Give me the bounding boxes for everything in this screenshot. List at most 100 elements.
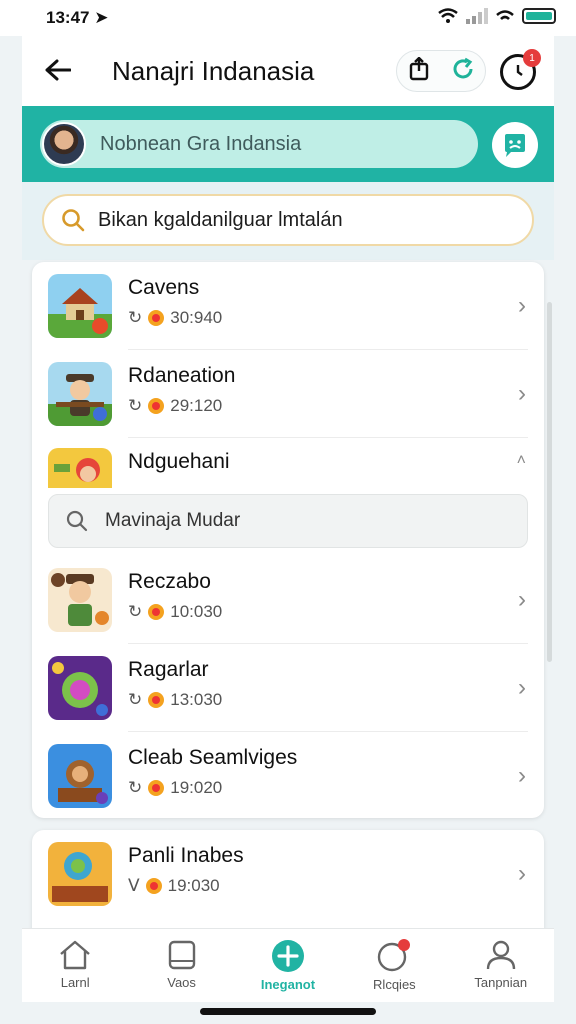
hotspot-icon (496, 10, 514, 20)
list-item-meta: ↻ 29:120 (128, 396, 222, 416)
list-search-placeholder: Mavinaja Mudar (105, 510, 241, 531)
rank-icon: ↻ (128, 602, 143, 621)
list-item[interactable]: Ragarlar ↻ 13:030 › (32, 644, 544, 732)
game-thumbnail (48, 842, 112, 906)
list-item-meta: Ⅴ 19:030 (128, 876, 220, 896)
game-thumbnail (48, 448, 112, 488)
list-item-meta: ↻ 30:940 (128, 308, 222, 328)
list-item-title: Panli Inabes (128, 844, 244, 867)
list-item-title: Cleab Seamlviges (128, 746, 298, 769)
upload-icon (409, 55, 428, 80)
chevron-right-icon: › (518, 762, 526, 789)
avatar (42, 122, 86, 166)
list-item-count: 10:030 (170, 602, 223, 621)
support-button[interactable] (492, 122, 538, 168)
search-icon (66, 510, 88, 532)
history-button[interactable]: 1 (500, 49, 541, 90)
chevron-right-icon: › (518, 380, 526, 407)
list-item-count: 19:030 (167, 876, 220, 895)
coin-icon (148, 398, 165, 414)
list-item[interactable]: Cavens ↻ 30:940 › (32, 262, 544, 350)
rank-icon: Ⅴ (128, 876, 140, 895)
list-item-meta: ↻ 19:020 (128, 778, 222, 798)
list-item[interactable]: Panli Inabes Ⅴ 19:030 › (32, 830, 544, 918)
signal-icon (466, 8, 488, 24)
list-item[interactable]: Cleab Seamlviges ↻ 19:020 › (32, 732, 544, 818)
list-item-title: Cavens (128, 276, 200, 299)
bottom-nav: Larnl Vaos Ineganot Rlcqies Tanpnian (22, 928, 554, 1002)
list-item-count: 19:020 (170, 778, 223, 797)
game-thumbnail (48, 744, 112, 808)
coin-icon (148, 692, 165, 708)
home-indicator[interactable] (200, 1008, 376, 1015)
rank-icon: ↻ (128, 690, 143, 709)
rank-icon: ↻ (128, 778, 143, 797)
list-item-count: 30:940 (170, 308, 223, 327)
rank-icon: ↻ (128, 308, 143, 327)
list-item-count: 13:030 (170, 690, 223, 709)
page-title: Nanajri Indanasia (112, 56, 315, 86)
status-bar: 13:47 ➤ (0, 0, 576, 36)
plus-circle-icon (271, 940, 304, 972)
profile-pill[interactable]: Nobnean Gra Indansia (40, 120, 478, 168)
game-list-card: Panli Inabes Ⅴ 19:030 › (32, 830, 544, 940)
status-time: 13:47 ➤ (46, 8, 109, 27)
list-item-meta: ↻ 10:030 (128, 602, 222, 622)
game-thumbnail (48, 274, 112, 338)
refresh-icon (453, 57, 472, 78)
search-area: Bikan kgaldanilguar lmtalán (22, 182, 554, 260)
rank-icon: ↻ (128, 396, 143, 415)
header-action-group (396, 50, 486, 92)
coin-icon (148, 780, 165, 796)
search-placeholder: Bikan kgaldanilguar lmtalán (98, 208, 343, 231)
chevron-right-icon: › (518, 586, 526, 613)
share-button[interactable] (408, 55, 430, 86)
refresh-button[interactable] (451, 57, 475, 86)
profile-name: Nobnean Gra Indansia (100, 132, 302, 155)
chevron-up-icon: ˄ (516, 452, 526, 469)
arrow-left-icon (45, 59, 71, 81)
scrollbar[interactable] (547, 302, 552, 662)
chevron-right-icon: › (518, 674, 526, 701)
list-item-meta: ↻ 13:030 (128, 690, 222, 710)
notification-badge: 1 (523, 49, 541, 67)
coin-icon (145, 878, 162, 894)
list-item-title: Ndguehani (128, 450, 230, 473)
nav-label: Larnl (60, 975, 90, 990)
list-item[interactable]: Ndguehani ˄ (32, 438, 544, 488)
list-item-title: Rdaneation (128, 364, 236, 387)
phone-screen: 13:47 ➤ Nanajri Indanasia 1 Nobnean Gra … (0, 0, 576, 1024)
list-item[interactable]: Rdaneation ↻ 29:120 › (32, 350, 544, 438)
list-item-title: Reczabo (128, 570, 211, 593)
chat-face-icon (505, 134, 525, 157)
nav-item-home[interactable]: Larnl (22, 929, 128, 990)
search-input[interactable]: Bikan kgaldanilguar lmtalán (42, 194, 534, 246)
tablet-icon (168, 940, 195, 970)
list-search-input[interactable]: Mavinaja Mudar (48, 494, 528, 548)
game-list: Cavens ↻ 30:940 › Rdaneation ↻ 29:120 › … (32, 262, 544, 818)
nav-item-videos[interactable]: Vaos (129, 929, 235, 990)
nav-label: Rlcqies (373, 977, 416, 992)
home-icon (60, 940, 90, 970)
nav-label: Tanpnian (474, 975, 528, 990)
chevron-right-icon: › (518, 860, 526, 887)
list-item[interactable]: Reczabo ↻ 10:030 › (32, 556, 544, 644)
coin-icon (148, 310, 165, 326)
nav-item-add[interactable]: Ineganot (235, 929, 341, 992)
back-button[interactable] (40, 52, 76, 88)
search-icon (62, 209, 85, 232)
game-thumbnail (48, 362, 112, 426)
nav-label: Ineganot (260, 977, 316, 992)
clock-icon (516, 65, 523, 76)
list-item-count: 29:120 (170, 396, 223, 415)
coin-icon (148, 604, 165, 620)
bell-circle-icon (378, 939, 411, 972)
game-thumbnail (48, 656, 112, 720)
nav-item-notifications[interactable]: Rlcqies (341, 929, 447, 992)
status-icons (438, 8, 556, 24)
battery-icon (522, 8, 556, 24)
nav-item-profile[interactable]: Tanpnian (448, 929, 554, 990)
game-thumbnail (48, 568, 112, 632)
app-header: Nanajri Indanasia 1 (22, 36, 554, 106)
user-icon (486, 940, 515, 970)
